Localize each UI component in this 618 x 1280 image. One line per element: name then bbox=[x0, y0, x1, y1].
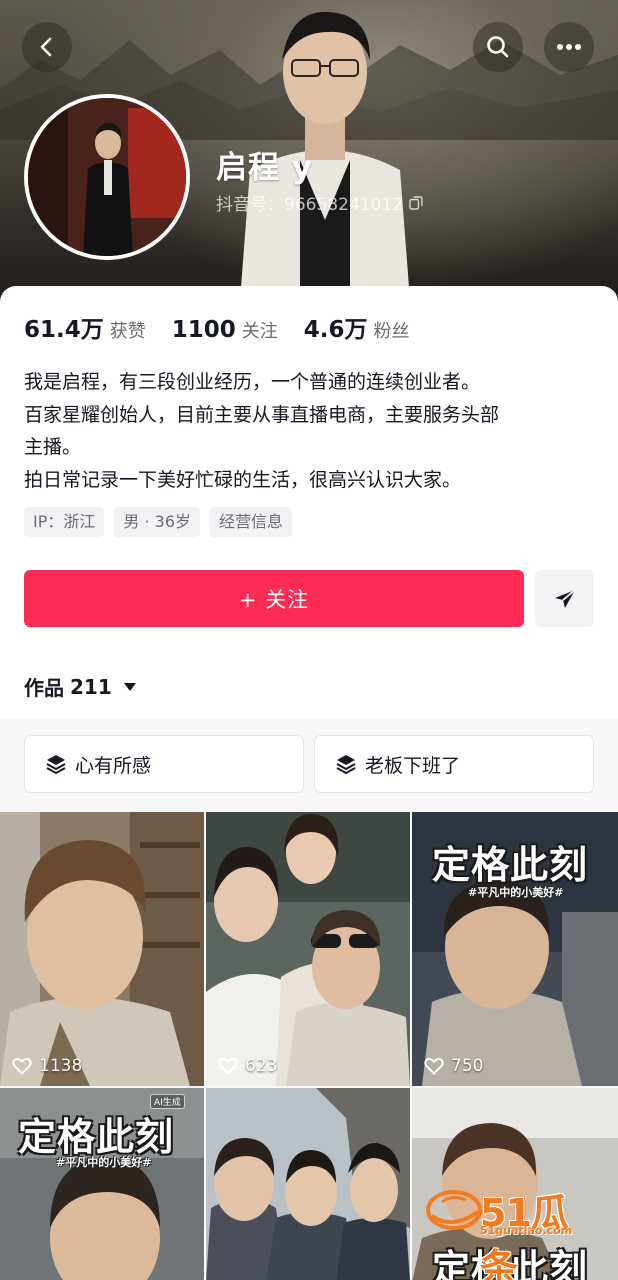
tag-gender-age: 男 · 36岁 bbox=[114, 507, 200, 537]
stat-value: 1100 bbox=[171, 317, 236, 343]
video-thumbnail[interactable] bbox=[206, 1088, 410, 1280]
video-cover-image bbox=[0, 812, 204, 1086]
video-thumbnail[interactable]: 623 bbox=[206, 812, 410, 1086]
tag-business-info[interactable]: 经营信息 bbox=[210, 507, 293, 537]
heart-icon bbox=[12, 1058, 32, 1075]
video-thumbnail[interactable]: 定格此刻 bbox=[412, 1088, 618, 1280]
copy-icon[interactable] bbox=[409, 195, 423, 210]
video-overlay-subtitle: #平凡中的小美好# bbox=[468, 886, 564, 899]
stat-value: 4.6万 bbox=[303, 317, 368, 343]
search-icon bbox=[487, 36, 509, 58]
collection-item[interactable]: 老板下班了 bbox=[314, 735, 594, 793]
layers-icon bbox=[336, 755, 356, 774]
stat-value: 61.4万 bbox=[24, 317, 104, 343]
bio-line: 百家星耀创始人，目前主要从事直播电商，主要服务头部 bbox=[24, 403, 500, 426]
like-count-text: 1138 bbox=[39, 1056, 83, 1076]
heart-icon bbox=[218, 1058, 238, 1075]
video-cover-image bbox=[206, 1088, 410, 1280]
like-count-text: 623 bbox=[245, 1056, 278, 1076]
tag-ip-location: IP：浙江 bbox=[24, 507, 105, 537]
bio-line: 我是启程，有三段创业经历，一个普通的连续创业者。 bbox=[24, 371, 481, 393]
profile-tags: IP：浙江 男 · 36岁 经营信息 bbox=[24, 507, 293, 537]
video-like-count: 1138 bbox=[12, 1056, 82, 1076]
avatar-photo bbox=[28, 98, 186, 256]
video-grid: 1138 623 定格此刻 #平凡中的小美好# 750 AI生成 定格此刻 #平… bbox=[0, 812, 618, 1280]
avatar[interactable] bbox=[24, 94, 190, 260]
video-cover-image bbox=[206, 812, 410, 1086]
video-thumbnail[interactable]: 1138 bbox=[0, 812, 204, 1086]
stat-likes[interactable]: 61.4万 获赞 bbox=[24, 310, 146, 344]
like-count-text: 750 bbox=[451, 1056, 484, 1076]
collections-row: 心有所感 老板下班了 bbox=[24, 735, 594, 793]
video-overlay-subtitle: #平凡中的小美好# bbox=[56, 1156, 152, 1169]
douyin-id[interactable]: 抖音号：96658241012 bbox=[216, 190, 423, 215]
works-tab[interactable]: 作品 211 bbox=[24, 672, 136, 701]
caret-down-icon bbox=[123, 682, 136, 691]
more-button[interactable] bbox=[544, 22, 594, 72]
send-icon bbox=[554, 588, 576, 608]
stats-row: 61.4万 获赞 1100 关注 4.6万 粉丝 bbox=[24, 310, 436, 344]
collection-label: 老板下班了 bbox=[365, 754, 461, 777]
stat-followers[interactable]: 4.6万 粉丝 bbox=[304, 310, 410, 344]
douyin-id-text: 抖音号：96658241012 bbox=[216, 195, 403, 215]
stat-label: 获赞 bbox=[109, 321, 146, 342]
follow-button[interactable]: + 关注 bbox=[24, 570, 524, 627]
stat-label: 关注 bbox=[241, 321, 278, 342]
share-button[interactable] bbox=[535, 570, 594, 627]
video-thumbnail[interactable]: 定格此刻 #平凡中的小美好# 750 bbox=[412, 812, 618, 1086]
nickname: 启程 y bbox=[216, 150, 313, 186]
collection-label: 心有所感 bbox=[75, 754, 152, 777]
works-count: 211 bbox=[70, 674, 112, 699]
layers-icon bbox=[46, 755, 66, 774]
bio-line: 主播。 bbox=[24, 436, 82, 458]
video-overlay-title: 定格此刻 bbox=[432, 842, 589, 887]
video-overlay-title: 定格此刻 bbox=[432, 1246, 589, 1280]
collection-item[interactable]: 心有所感 bbox=[24, 735, 304, 793]
works-label: 作品 bbox=[24, 676, 64, 700]
video-like-count: 623 bbox=[218, 1056, 277, 1076]
back-button[interactable] bbox=[22, 22, 72, 72]
video-like-count: 750 bbox=[424, 1056, 483, 1076]
video-overlay-title: 定格此刻 bbox=[18, 1114, 175, 1159]
heart-icon bbox=[424, 1058, 444, 1075]
video-thumbnail[interactable]: AI生成 定格此刻 #平凡中的小美好# bbox=[0, 1088, 204, 1280]
bio-line: 拍日常记录一下美好忙碌的生活，很高兴认识大家。 bbox=[24, 468, 462, 491]
stat-label: 粉丝 bbox=[373, 321, 410, 342]
more-dots-icon bbox=[557, 44, 581, 50]
bio: 我是启程，有三段创业经历，一个普通的连续创业者。 百家星耀创始人，目前主要从事直… bbox=[24, 366, 604, 496]
stat-following[interactable]: 1100 关注 bbox=[172, 317, 278, 343]
search-button[interactable] bbox=[473, 22, 523, 72]
chevron-left-icon bbox=[40, 37, 52, 57]
